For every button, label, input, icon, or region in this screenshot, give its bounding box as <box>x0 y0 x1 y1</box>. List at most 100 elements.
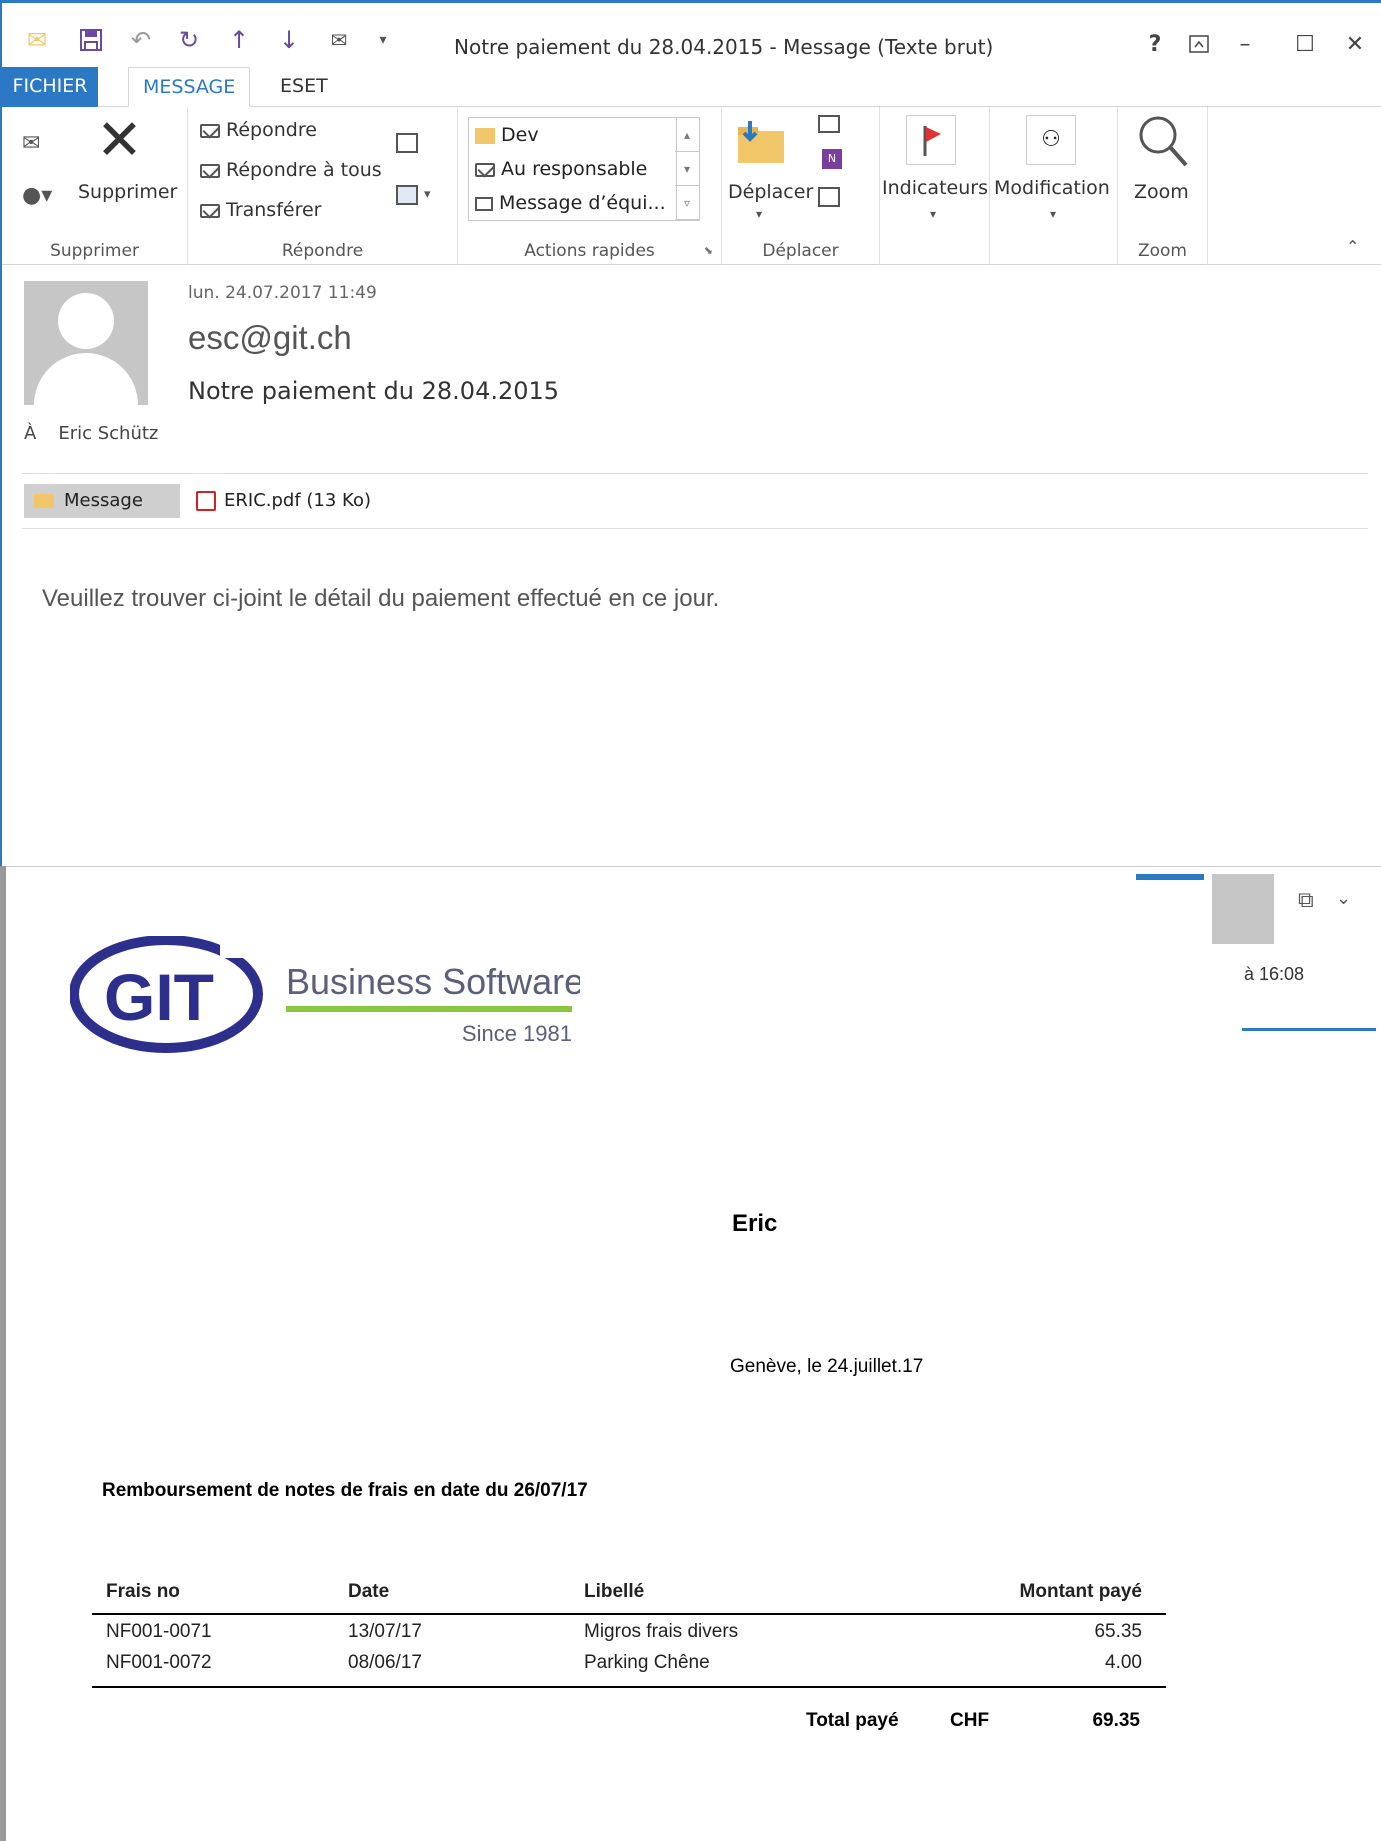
forward-label: Transférer <box>226 199 322 221</box>
reply-button[interactable]: Répondre <box>200 119 317 141</box>
next-item-icon[interactable]: ↓ <box>274 25 304 55</box>
folder-icon <box>475 127 495 144</box>
move-button[interactable]: Déplacer <box>728 181 813 203</box>
message-datetime: lun. 24.07.2017 11:49 <box>188 283 377 303</box>
logo-since: Since 1981 <box>462 1021 572 1046</box>
customize-qat-icon[interactable]: ▾ <box>368 25 398 55</box>
reply-envelope-icon[interactable]: ✉ <box>324 25 354 55</box>
group-repondre: Répondre Répondre à tous Transférer ▾ Ré… <box>188 107 458 265</box>
sender-email[interactable]: esc@git.ch <box>188 319 352 357</box>
total-currency: CHF <box>950 1710 990 1731</box>
ribbon: ✉ ✕ ●▾ Supprimer Supprimer Répondre Répo… <box>2 107 1381 265</box>
table-row: NF001-0072 08/06/17 Parking Chêne 4.00 <box>92 1648 1166 1688</box>
scroll-up-icon[interactable]: ▴ <box>675 118 699 152</box>
tab-fichier[interactable]: FICHIER <box>2 67 98 107</box>
pdf-attachment-label: ERIC.pdf (13 Ko) <box>224 490 371 511</box>
quick-step-message-equipe-label: Message d’équi... <box>499 192 666 214</box>
group-deplacer: Déplacer ▾ N Déplacer <box>722 107 880 265</box>
group-modification: ⚇ Modification ▾ <box>990 107 1118 265</box>
tab-message[interactable]: MESSAGE <box>128 67 251 107</box>
zoom-button[interactable]: Zoom <box>1134 181 1189 203</box>
team-message-icon <box>475 196 493 211</box>
message-tab[interactable]: Message <box>24 484 180 518</box>
pdf-heading: Remboursement de notes de frais en date … <box>102 1480 588 1501</box>
expense-table-header: Frais no Date Libellé Montant payé <box>92 1564 1166 1615</box>
quick-step-au-responsable[interactable]: Au responsable <box>469 152 677 186</box>
total-label: Total payé <box>806 1710 899 1731</box>
maximize-icon[interactable]: ☐ <box>1288 27 1322 61</box>
copy-icon[interactable]: ⧉ <box>1298 888 1314 913</box>
binoculars-icon[interactable]: ⚇ <box>1026 115 1076 165</box>
git-logo-mark: GIT Business Software Since 1981 <box>69 935 584 1053</box>
edit-button[interactable]: Modification <box>994 177 1110 199</box>
onenote-icon[interactable]: N <box>822 149 842 169</box>
quick-access-toolbar: ✉ ↶ ↻ ↑ ↓ ✉ ▾ Notre paiement du 28.04.20… <box>2 11 1381 71</box>
quick-steps-gallery: Dev Au responsable Message d’équi... ▴ ▾… <box>468 117 700 221</box>
move-dropdown-icon[interactable]: ▾ <box>756 207 762 221</box>
avatar <box>24 281 148 405</box>
cell-montant: 65.35 <box>1094 1620 1142 1642</box>
tags-dropdown-icon[interactable]: ▾ <box>930 207 936 221</box>
more-reply-icon[interactable] <box>396 185 418 205</box>
forward-button[interactable]: Transférer <box>200 199 321 221</box>
mail-icon[interactable]: ✉ <box>22 25 52 55</box>
scroll-down-icon[interactable]: ▾ <box>675 152 699 186</box>
junk-icon[interactable]: ●▾ <box>22 183 52 208</box>
table-row: NF001-0071 13/07/17 Migros frais divers … <box>92 1614 1166 1648</box>
reply-all-label: Répondre à tous <box>226 159 382 181</box>
pdf-place-date: Genève, le 24.juillet.17 <box>730 1356 924 1377</box>
cell-date: 08/06/17 <box>334 1648 570 1688</box>
quick-step-dev-label: Dev <box>501 124 539 146</box>
attachment-bar: Message ERIC.pdf (13 Ko) <box>22 473 1368 529</box>
tab-eset[interactable]: ESET <box>266 67 342 107</box>
redo-icon[interactable]: ↻ <box>174 25 204 55</box>
delete-button[interactable]: Supprimer <box>78 181 177 203</box>
to-line: À Eric Schütz <box>24 423 158 444</box>
edit-dropdown-icon[interactable]: ▾ <box>1050 207 1056 221</box>
background-window-fragment: ⧉ ⌄ à 16:08 <box>1136 874 1376 1034</box>
background-window-accent <box>1136 874 1204 880</box>
pdf-attachment[interactable]: ERIC.pdf (13 Ko) <box>190 484 371 518</box>
flag-icon[interactable] <box>906 115 956 165</box>
expense-table: Frais no Date Libellé Montant payé NF001… <box>92 1564 1166 1688</box>
tags-button[interactable]: Indicateurs <box>882 177 988 199</box>
column-header-date: Date <box>334 1564 570 1615</box>
minimize-icon[interactable]: – <box>1228 27 1262 61</box>
rules-icon[interactable] <box>818 115 840 133</box>
reply-all-button[interactable]: Répondre à tous <box>200 159 382 181</box>
collapse-ribbon-icon[interactable]: ⌃ <box>1346 237 1359 256</box>
quick-step-dev[interactable]: Dev <box>469 118 677 152</box>
previous-item-icon[interactable]: ↑ <box>224 25 254 55</box>
expand-chevron-icon[interactable]: ⌄ <box>1336 888 1351 909</box>
dialog-launcher-icon[interactable]: ⬊ <box>704 244 713 257</box>
group-indicateurs: Indicateurs ▾ <box>880 107 990 265</box>
logo-git-text: GIT <box>104 960 214 1034</box>
total-amount: 69.35 <box>1092 1710 1140 1731</box>
quick-step-message-equipe[interactable]: Message d’équi... <box>469 186 677 220</box>
cell-libelle: Parking Chêne <box>570 1648 930 1688</box>
actions-icon[interactable] <box>818 187 840 207</box>
save-icon[interactable] <box>76 25 106 55</box>
magnifier-icon[interactable] <box>1136 113 1190 173</box>
delete-x-icon[interactable]: ✕ <box>96 113 143 169</box>
more-reply-dropdown-icon[interactable]: ▾ <box>424 187 431 202</box>
group-actions-rapides: Dev Au responsable Message d’équi... ▴ ▾… <box>458 107 722 265</box>
undo-icon[interactable]: ↶ <box>126 25 156 55</box>
move-folder-icon[interactable] <box>736 121 786 165</box>
background-time: à 16:08 <box>1244 964 1305 984</box>
ribbon-tabs: FICHIER MESSAGE ESET <box>2 67 1381 107</box>
quick-steps-scrollbar[interactable]: ▴ ▾ ▿ <box>675 118 699 220</box>
meeting-reply-icon[interactable] <box>396 133 418 153</box>
background-underline <box>1242 1028 1376 1031</box>
help-button[interactable]: ? <box>1138 27 1172 61</box>
recipient-name[interactable]: Eric Schütz <box>58 423 158 444</box>
ribbon-display-options-icon[interactable] <box>1182 27 1216 61</box>
close-icon[interactable]: ✕ <box>1338 27 1372 61</box>
group-label-deplacer: Déplacer <box>762 241 839 261</box>
ignore-icon[interactable]: ✉ <box>22 131 40 156</box>
message-tab-label: Message <box>64 490 143 511</box>
envelope-icon <box>34 494 54 508</box>
cell-frais-no: NF001-0072 <box>92 1648 334 1688</box>
expand-gallery-icon[interactable]: ▿ <box>675 186 699 220</box>
reply-icon <box>200 123 220 138</box>
